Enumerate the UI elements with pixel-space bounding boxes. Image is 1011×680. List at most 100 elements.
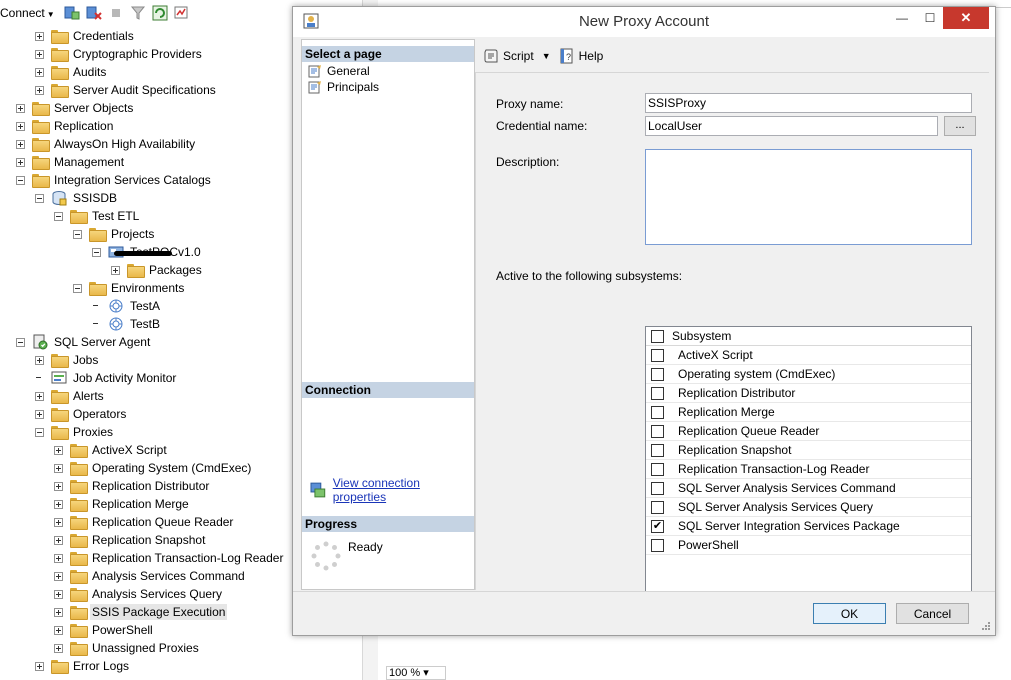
subsystem-checkbox[interactable] — [651, 443, 664, 457]
chevron-down-icon[interactable]: ▼ — [47, 10, 55, 19]
subsystem-checkbox[interactable] — [651, 500, 664, 514]
expand-icon[interactable] — [54, 625, 63, 635]
tree-node-replication-queue-reader[interactable]: Replication Queue Reader — [54, 513, 235, 531]
subsystem-checkbox[interactable] — [651, 424, 664, 438]
refresh-icon[interactable] — [152, 5, 168, 21]
expand-icon[interactable] — [111, 265, 120, 275]
collapse-icon[interactable] — [35, 427, 44, 437]
tree-node-testpocv1-0[interactable]: TestPOCv1.0 — [92, 243, 203, 261]
browse-credential-button[interactable]: ... — [944, 116, 976, 136]
subsystem-checkbox[interactable] — [651, 481, 664, 495]
subsystem-row-powershell[interactable]: PowerShell — [646, 536, 971, 555]
tree-node-test-etl[interactable]: Test ETL — [54, 207, 141, 225]
collapse-icon[interactable] — [16, 175, 25, 185]
expand-icon[interactable] — [35, 67, 44, 77]
subsystem-row-sql-server-analysis-services-command[interactable]: SQL Server Analysis Services Command — [646, 479, 971, 498]
connect-button[interactable]: Connect ▼ — [0, 6, 55, 20]
expand-icon[interactable] — [54, 499, 63, 509]
script-button[interactable]: Script — [483, 48, 534, 64]
tree-node-environments[interactable]: Environments — [73, 279, 186, 297]
subsystem-row-replication-distributor[interactable]: Replication Distributor — [646, 384, 971, 403]
help-button[interactable]: ? Help — [559, 48, 603, 64]
expand-icon[interactable] — [35, 391, 44, 401]
tree-node-proxies[interactable]: Proxies — [35, 423, 115, 441]
script-dropdown[interactable]: ▼ — [542, 51, 551, 61]
tree-node-unassigned-proxies[interactable]: Unassigned Proxies — [54, 639, 201, 657]
expand-icon[interactable] — [54, 517, 63, 527]
tree-node-projects[interactable]: Projects — [73, 225, 156, 243]
page-principals[interactable]: Principals — [308, 79, 379, 95]
proxy-name-input[interactable] — [645, 93, 972, 113]
tree-node-activex-script[interactable]: ActiveX Script — [54, 441, 169, 459]
expand-icon[interactable] — [54, 589, 63, 599]
tree-node-analysis-services-command[interactable]: Analysis Services Command — [54, 567, 247, 585]
subsystem-row-operating-system-cmdexec[interactable]: Operating system (CmdExec) — [646, 365, 971, 384]
expand-icon[interactable] — [54, 481, 63, 491]
expand-icon[interactable] — [54, 553, 63, 563]
expand-icon[interactable] — [54, 607, 63, 617]
collapse-icon[interactable] — [54, 211, 63, 221]
zoom-level[interactable]: 100 % ▾ — [386, 666, 446, 680]
expand-icon[interactable] — [16, 157, 25, 167]
tree-node-packages[interactable]: Packages — [111, 261, 204, 279]
description-textarea[interactable] — [645, 149, 972, 245]
subsystem-checkbox[interactable] — [651, 348, 664, 362]
credential-name-input[interactable] — [645, 116, 938, 136]
expand-icon[interactable] — [54, 535, 63, 545]
tree-node-replication[interactable]: Replication — [16, 117, 115, 135]
tree-node-testb[interactable]: TestB — [92, 315, 162, 333]
subsystem-checkbox[interactable] — [651, 405, 664, 419]
subsystem-row-activex-script[interactable]: ActiveX Script — [646, 346, 971, 365]
subsystem-row-replication-transaction-log-reader[interactable]: Replication Transaction-Log Reader — [646, 460, 971, 479]
select-all-checkbox[interactable] — [651, 329, 664, 343]
close-icon[interactable]: ✕ — [943, 7, 989, 29]
tree-node-replication-snapshot[interactable]: Replication Snapshot — [54, 531, 207, 549]
activity-monitor-icon[interactable] — [174, 5, 190, 21]
subsystem-checkbox[interactable] — [651, 386, 664, 400]
collapse-icon[interactable] — [73, 283, 82, 293]
subsystem-row-sql-server-analysis-services-query[interactable]: SQL Server Analysis Services Query — [646, 498, 971, 517]
tree-node-analysis-services-query[interactable]: Analysis Services Query — [54, 585, 224, 603]
stop-icon[interactable] — [108, 5, 124, 21]
tree-node-server-audit-specifications[interactable]: Server Audit Specifications — [35, 81, 218, 99]
expand-icon[interactable] — [16, 103, 25, 113]
tree-node-management[interactable]: Management — [16, 153, 126, 171]
view-connection-properties-link[interactable]: View connection properties — [333, 476, 474, 504]
tree-node-powershell[interactable]: PowerShell — [54, 621, 155, 639]
subsystem-row-sql-server-integration-services-package[interactable]: ✔ SQL Server Integration Services Package — [646, 517, 971, 536]
tree-node-integration-services-catalogs[interactable]: Integration Services Catalogs — [16, 171, 213, 189]
tree-node-ssis-package-execution[interactable]: SSIS Package Execution — [54, 603, 228, 621]
subsystem-checkbox[interactable] — [651, 367, 664, 381]
page-general[interactable]: General — [308, 63, 370, 79]
minimize-icon[interactable]: — — [887, 7, 917, 29]
tree-node-cryptographic-providers[interactable]: Cryptographic Providers — [35, 45, 204, 63]
expand-icon[interactable] — [35, 49, 44, 59]
tree-node-operating-system-cmdexec[interactable]: Operating System (CmdExec) — [54, 459, 253, 477]
tree-node-alerts[interactable]: Alerts — [35, 387, 106, 405]
expand-icon[interactable] — [54, 643, 63, 653]
tree-node-ssisdb[interactable]: SSISDB — [35, 189, 119, 207]
tree-node-sql-server-agent[interactable]: SQL Server Agent — [16, 333, 152, 351]
tree-node-replication-transaction-log-reader[interactable]: Replication Transaction-Log Reader — [54, 549, 285, 567]
tree-node-server-objects[interactable]: Server Objects — [16, 99, 135, 117]
tree-node-audits[interactable]: Audits — [35, 63, 108, 81]
subsystem-row-replication-queue-reader[interactable]: Replication Queue Reader — [646, 422, 971, 441]
subsystem-checkbox[interactable] — [651, 538, 664, 552]
subsystem-row-replication-snapshot[interactable]: Replication Snapshot — [646, 441, 971, 460]
collapse-icon[interactable] — [35, 193, 44, 203]
tree-node-jobs[interactable]: Jobs — [35, 351, 100, 369]
expand-icon[interactable] — [35, 85, 44, 95]
tree-node-replication-merge[interactable]: Replication Merge — [54, 495, 191, 513]
collapse-icon[interactable] — [92, 247, 101, 257]
subsystem-row-replication-merge[interactable]: Replication Merge — [646, 403, 971, 422]
chevron-down-icon[interactable]: ▼ — [542, 51, 551, 61]
tree-node-replication-distributor[interactable]: Replication Distributor — [54, 477, 211, 495]
filter-icon[interactable] — [130, 5, 146, 21]
expand-icon[interactable] — [35, 409, 44, 419]
expand-icon[interactable] — [54, 445, 63, 455]
tree-node-testa[interactable]: TestA — [92, 297, 162, 315]
subsystem-checkbox[interactable]: ✔ — [651, 519, 664, 533]
expand-icon[interactable] — [54, 463, 63, 473]
title-bar[interactable]: New Proxy Account — ☐ ✕ — [293, 7, 995, 37]
ok-button[interactable]: OK — [813, 603, 886, 624]
